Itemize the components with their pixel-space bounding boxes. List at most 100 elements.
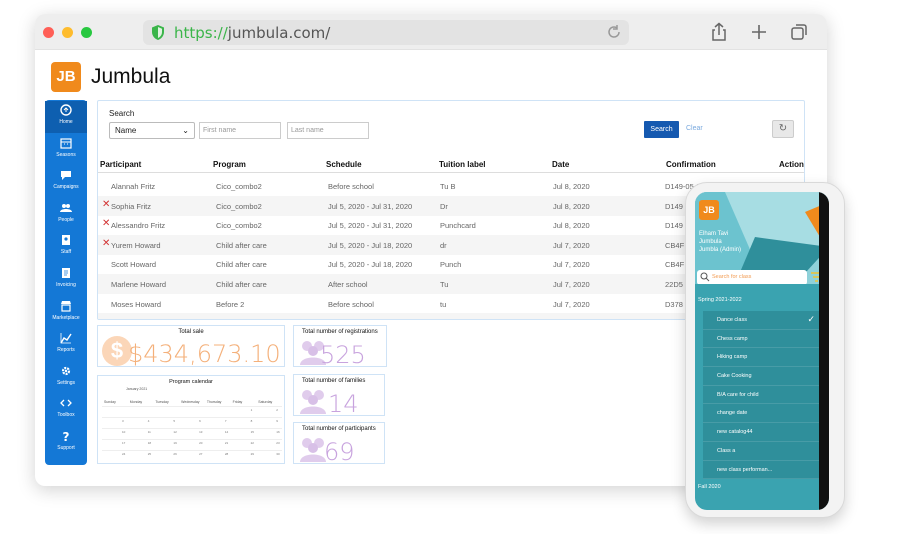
column-header[interactable]: Confirmation bbox=[666, 160, 716, 169]
calendar-date[interactable]: 14 bbox=[225, 430, 228, 434]
sidebar-item-label: Toolbox bbox=[57, 412, 75, 419]
column-header[interactable]: Schedule bbox=[326, 160, 362, 169]
sidebar-item-support[interactable]: ? Support bbox=[45, 427, 87, 459]
registrations-card[interactable]: Total number of registrations 525 bbox=[293, 325, 387, 367]
refresh-button[interactable]: ↻ bbox=[772, 120, 794, 138]
calendar-date[interactable]: 2 bbox=[276, 408, 278, 412]
calendar-date[interactable]: 17 bbox=[122, 441, 125, 445]
total-sale-value: $434,673.10 bbox=[128, 340, 281, 367]
cell-tuition: Dr bbox=[440, 201, 448, 211]
calendar-date[interactable]: 4 bbox=[148, 419, 150, 423]
calendar-date[interactable]: 9 bbox=[276, 419, 278, 423]
phone-user-info: Elham Tavi Jumbula Jumbla (Admin) bbox=[699, 230, 741, 254]
column-header[interactable]: Date bbox=[552, 160, 569, 169]
search-field-select[interactable]: Name ⌄ bbox=[109, 122, 195, 139]
column-header[interactable]: Program bbox=[213, 160, 246, 169]
share-icon[interactable] bbox=[709, 22, 729, 42]
cell-schedule: Before school bbox=[328, 182, 374, 191]
calendar-date[interactable]: 26 bbox=[173, 452, 176, 456]
phone-class-item[interactable]: Cake Cooking bbox=[703, 367, 819, 386]
calendar-date[interactable]: 10 bbox=[122, 430, 125, 434]
cell-program: Cico_combo2 bbox=[216, 201, 262, 211]
phone-class-item[interactable]: Class a bbox=[703, 441, 819, 461]
calendar-date[interactable]: 24 bbox=[122, 452, 125, 456]
column-header[interactable]: Action bbox=[779, 160, 804, 169]
calendar-date[interactable]: 1 bbox=[251, 408, 253, 412]
close-window-button[interactable] bbox=[43, 27, 54, 38]
cell-program: Child after care bbox=[216, 280, 267, 289]
people-icon bbox=[300, 390, 326, 414]
phone-scrollbar[interactable] bbox=[819, 192, 829, 510]
phone-class-list: Dance class ✓ Chess camp Hiking camp Cake Co… bbox=[703, 311, 819, 480]
phone-class-item[interactable]: Hiking camp bbox=[703, 348, 819, 368]
column-header[interactable]: Participant bbox=[100, 160, 141, 169]
program-calendar-card[interactable]: Program calendar January 2021 Sunday Mond… bbox=[97, 375, 285, 464]
maximize-window-button[interactable] bbox=[81, 27, 92, 38]
clear-button[interactable]: Clear bbox=[686, 125, 703, 132]
calendar-date[interactable]: 28 bbox=[225, 452, 228, 456]
calendar-date[interactable]: 30 bbox=[276, 452, 279, 456]
last-name-input[interactable]: Last name bbox=[287, 122, 369, 139]
sidebar-item-label: Invoicing bbox=[56, 282, 76, 288]
sidebar-item-staff[interactable]: Staff bbox=[45, 231, 87, 263]
phone-class-item[interactable]: new catalog44 bbox=[703, 423, 819, 442]
calendar-date[interactable]: 5 bbox=[173, 419, 175, 423]
sidebar-item-seasons[interactable]: Seasons bbox=[45, 134, 87, 166]
total-sale-title: Total sale bbox=[178, 329, 204, 335]
calendar-day-header: Sunday bbox=[104, 400, 116, 404]
calendar-date[interactable]: 18 bbox=[148, 441, 151, 445]
sidebar-item-reports[interactable]: Reports bbox=[45, 329, 87, 361]
calendar-date[interactable]: 11 bbox=[148, 430, 151, 434]
reload-icon[interactable] bbox=[605, 23, 623, 41]
phone-logo[interactable]: JB bbox=[699, 200, 719, 220]
cell-date: Jul 7, 2020 bbox=[553, 299, 590, 309]
calendar-date[interactable]: 7 bbox=[225, 419, 227, 423]
calendar-date[interactable]: 27 bbox=[199, 452, 202, 456]
first-name-input[interactable]: First name bbox=[199, 122, 281, 139]
phone-user-name: Elham Tavi bbox=[699, 231, 729, 237]
total-sale-card[interactable]: Total sale $ $434,673.10 bbox=[97, 325, 285, 367]
calendar-date[interactable]: 13 bbox=[199, 430, 202, 434]
url-bar[interactable]: https://jumbula.com/ bbox=[143, 20, 629, 45]
calendar-date[interactable]: 19 bbox=[173, 441, 176, 445]
phone-class-label: Class a bbox=[717, 447, 736, 454]
sidebar-item-campaigns[interactable]: Campaigns bbox=[45, 166, 87, 198]
minimize-window-button[interactable] bbox=[62, 27, 73, 38]
phone-org-name: Jumbula bbox=[699, 239, 722, 245]
calendar-date[interactable]: 15 bbox=[251, 430, 254, 434]
sidebar-item-settings[interactable]: Settings bbox=[45, 362, 87, 394]
calendar-date[interactable]: 12 bbox=[173, 430, 176, 434]
sidebar-item-people[interactable]: People bbox=[45, 199, 87, 231]
calendar-date[interactable]: 25 bbox=[148, 452, 151, 456]
app-logo[interactable]: JB bbox=[51, 62, 81, 92]
phone-class-item[interactable]: Chess camp bbox=[703, 329, 819, 349]
calendar-date[interactable]: 20 bbox=[199, 441, 202, 445]
phone-search-input[interactable]: Search for class bbox=[697, 270, 807, 284]
sidebar-item-label: Campaigns bbox=[53, 184, 79, 191]
phone-class-item[interactable]: change date bbox=[703, 404, 819, 424]
calendar-date[interactable]: 16 bbox=[276, 430, 279, 434]
tabs-icon[interactable] bbox=[789, 22, 809, 42]
calendar-date[interactable]: 6 bbox=[199, 419, 201, 423]
cell-participant: Marlene Howard bbox=[111, 319, 166, 320]
plus-icon[interactable] bbox=[749, 22, 769, 42]
calendar-day-header: Friday bbox=[232, 400, 243, 404]
calendar-date[interactable]: 29 bbox=[251, 452, 254, 456]
phone-class-item[interactable]: new class performan... bbox=[703, 460, 819, 480]
phone-class-item[interactable]: Dance class ✓ bbox=[703, 311, 819, 330]
calendar-date[interactable]: 3 bbox=[122, 419, 124, 423]
calendar-date[interactable]: 8 bbox=[251, 419, 253, 423]
sidebar-item-toolbox[interactable]: Toolbox bbox=[45, 394, 87, 426]
calendar-date[interactable]: 23 bbox=[276, 441, 279, 445]
participants-card[interactable]: Total number of participants 69 bbox=[293, 422, 385, 464]
sidebar-item-home[interactable]: Home bbox=[45, 101, 87, 133]
sidebar-item-invoicing[interactable]: Invoicing bbox=[45, 264, 87, 296]
sidebar-item-marketplace[interactable]: Marketplace bbox=[45, 297, 87, 329]
phone-class-item[interactable]: B/A care for child bbox=[703, 385, 819, 405]
families-card[interactable]: Total number of families 14 bbox=[293, 374, 385, 416]
search-button[interactable]: Search bbox=[644, 121, 679, 138]
sidebar: Home Seasons Campaigns People Staff Invoicing… bbox=[45, 100, 87, 465]
calendar-date[interactable]: 21 bbox=[225, 441, 228, 445]
calendar-date[interactable]: 22 bbox=[251, 441, 254, 445]
column-header[interactable]: Tuition label bbox=[439, 160, 486, 169]
